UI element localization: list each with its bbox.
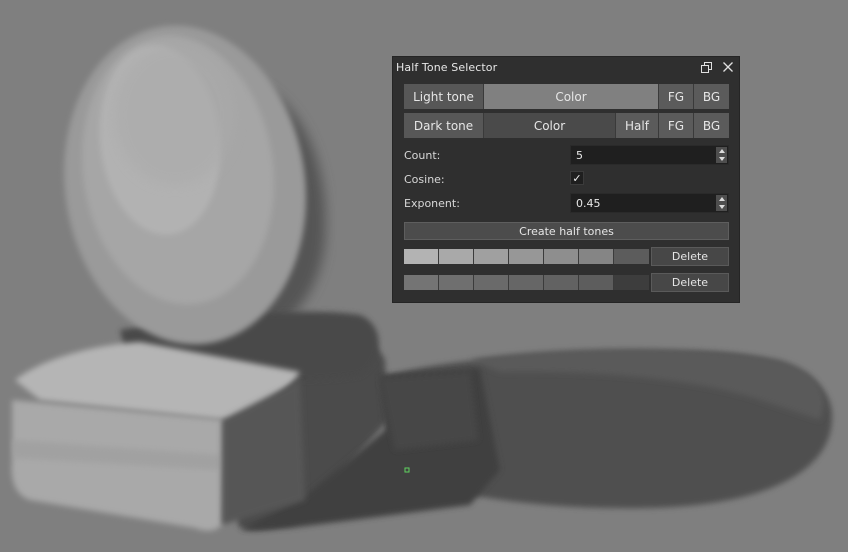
exponent-label: Exponent:	[404, 196, 460, 210]
exponent-spinbox[interactable]: 0.45	[570, 193, 729, 213]
half-tone-selector-dialog: Half Tone Selector Light tone Color FG B…	[392, 56, 740, 303]
dark-tone-bg-button[interactable]: BG	[694, 113, 729, 138]
palette-swatch[interactable]	[579, 249, 614, 264]
palette-swatch[interactable]	[474, 275, 509, 290]
palette-swatch[interactable]	[439, 275, 474, 290]
cosine-label: Cosine:	[404, 172, 445, 186]
delete-palette-button-1[interactable]: Delete	[651, 247, 729, 266]
delete-palette-button-2[interactable]: Delete	[651, 273, 729, 292]
dark-tone-half-button[interactable]: Half	[616, 113, 659, 138]
palette-swatch[interactable]	[579, 275, 614, 290]
palette-swatch[interactable]	[544, 275, 579, 290]
count-down-arrow-icon[interactable]	[718, 157, 725, 161]
light-tone-bg-button[interactable]: BG	[694, 84, 729, 109]
dialog-title: Half Tone Selector	[396, 60, 498, 74]
count-up-arrow-icon[interactable]	[718, 149, 725, 153]
palette-row-2: Delete	[404, 273, 729, 292]
palette-swatch[interactable]	[404, 275, 439, 290]
palette-swatch[interactable]	[509, 275, 544, 290]
palette-swatches-2	[404, 275, 649, 290]
checkmark-icon: ✓	[572, 171, 582, 185]
count-spinbox[interactable]: 5	[570, 145, 729, 165]
palette-swatch[interactable]	[439, 249, 474, 264]
float-window-icon[interactable]	[699, 59, 715, 75]
dark-tone-label: Dark tone	[404, 113, 484, 138]
dark-tone-fg-button[interactable]: FG	[659, 113, 694, 138]
palette-swatch[interactable]	[509, 249, 544, 264]
palette-swatch[interactable]	[544, 249, 579, 264]
light-tone-fg-button[interactable]: FG	[659, 84, 694, 109]
cosine-row: Cosine: ✓	[404, 169, 729, 189]
light-tone-row: Light tone Color FG BG	[404, 84, 729, 109]
count-value: 5	[576, 149, 583, 162]
palette-swatch[interactable]	[614, 249, 649, 264]
dark-tone-row: Dark tone Color Half FG BG	[404, 113, 729, 138]
light-tone-color-button[interactable]: Color	[484, 84, 659, 109]
palette-row-1: Delete	[404, 247, 729, 266]
create-half-tones-button[interactable]: Create half tones	[404, 222, 729, 240]
count-row: Count: 5	[404, 145, 729, 165]
exponent-stepper[interactable]	[716, 195, 727, 211]
dark-tone-color-button[interactable]: Color	[484, 113, 616, 138]
palette-swatches-1	[404, 249, 649, 264]
palette-swatch[interactable]	[614, 275, 649, 290]
light-tone-label: Light tone	[404, 84, 484, 109]
count-label: Count:	[404, 148, 441, 162]
palette-swatch[interactable]	[404, 249, 439, 264]
exponent-up-arrow-icon[interactable]	[718, 197, 725, 201]
dialog-titlebar[interactable]: Half Tone Selector	[393, 57, 739, 77]
cosine-checkbox[interactable]: ✓	[570, 171, 584, 185]
exponent-down-arrow-icon[interactable]	[718, 205, 725, 209]
palette-swatch[interactable]	[474, 249, 509, 264]
exponent-row: Exponent: 0.45	[404, 193, 729, 213]
exponent-value: 0.45	[576, 197, 601, 210]
count-stepper[interactable]	[716, 147, 727, 163]
close-icon[interactable]	[720, 59, 736, 75]
